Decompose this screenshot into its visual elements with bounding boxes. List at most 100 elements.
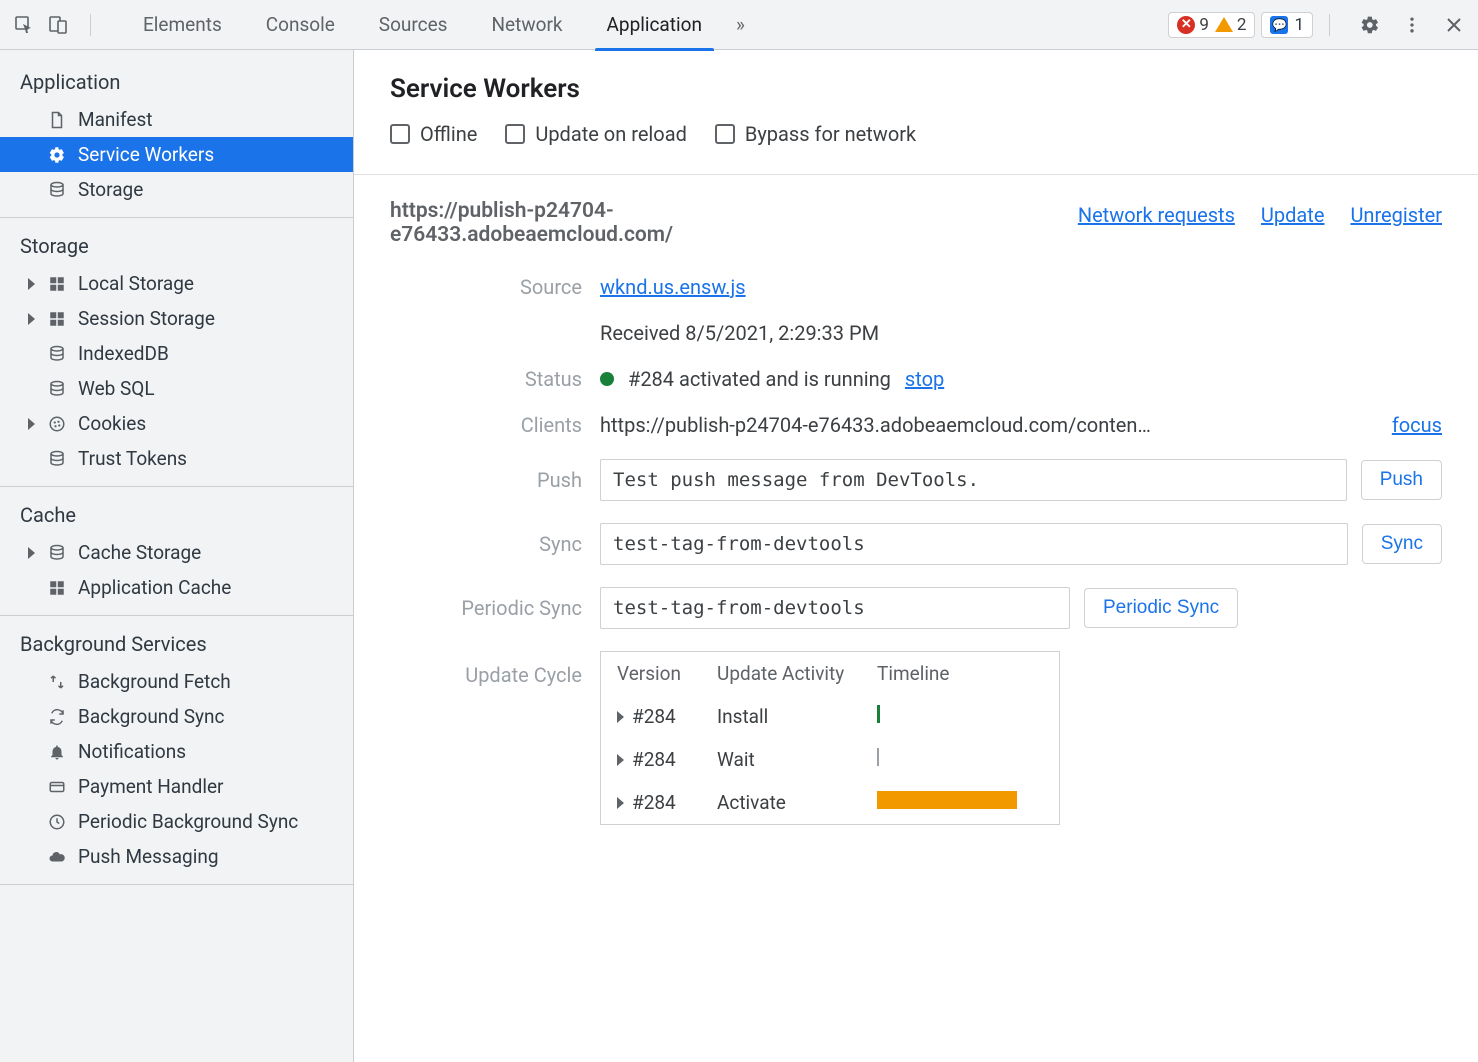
sidebar-item-service-workers[interactable]: Service Workers bbox=[0, 137, 353, 172]
sidebar-item-label: Periodic Background Sync bbox=[78, 810, 298, 833]
sidebar-item-label: Application Cache bbox=[78, 576, 231, 599]
sidebar-item-cookies[interactable]: Cookies bbox=[0, 406, 353, 441]
sync-input[interactable] bbox=[600, 523, 1348, 565]
tab-overflow[interactable]: » bbox=[724, 0, 757, 50]
close-icon[interactable] bbox=[1442, 13, 1466, 37]
message-count: 1 bbox=[1294, 15, 1304, 35]
col-version: Version bbox=[617, 662, 717, 685]
sidebar-item-application-cache[interactable]: Application Cache bbox=[0, 570, 353, 605]
tab-console[interactable]: Console bbox=[244, 0, 357, 50]
issues-badge[interactable]: ✕9 2 bbox=[1168, 12, 1255, 38]
db-icon bbox=[46, 542, 68, 564]
more-icon[interactable] bbox=[1400, 13, 1424, 37]
sidebar-item-notifications[interactable]: Notifications bbox=[0, 734, 353, 769]
bell-icon bbox=[46, 741, 68, 763]
sidebar-item-cache-storage[interactable]: Cache Storage bbox=[0, 535, 353, 570]
db-icon bbox=[46, 378, 68, 400]
sidebar-item-label: Web SQL bbox=[78, 377, 155, 400]
update-cycle-label: Update Cycle bbox=[390, 651, 582, 687]
sidebar-item-storage[interactable]: Storage bbox=[0, 172, 353, 207]
sync-button[interactable]: Sync bbox=[1362, 524, 1442, 564]
col-activity: Update Activity bbox=[717, 662, 877, 685]
sidebar-item-background-sync[interactable]: Background Sync bbox=[0, 699, 353, 734]
panel-tabs: Elements Console Sources Network Applica… bbox=[121, 0, 1168, 50]
source-file-link[interactable]: wknd.us.ensw.js bbox=[600, 275, 746, 299]
network-requests-link[interactable]: Network requests bbox=[1078, 203, 1235, 227]
source-label: Source bbox=[390, 275, 582, 299]
cloud-icon bbox=[46, 846, 68, 868]
received-text: Received 8/5/2021, 2:29:33 PM bbox=[600, 321, 879, 345]
sidebar-heading: Storage bbox=[0, 224, 353, 266]
sidebar-item-background-fetch[interactable]: Background Fetch bbox=[0, 664, 353, 699]
device-icon[interactable] bbox=[46, 13, 70, 37]
clients-label: Clients bbox=[390, 413, 582, 437]
cycle-row[interactable]: #284Install bbox=[601, 695, 1059, 738]
sidebar-item-push-messaging[interactable]: Push Messaging bbox=[0, 839, 353, 874]
timeline-bar bbox=[877, 748, 879, 766]
cookie-icon bbox=[46, 413, 68, 435]
fetch-icon bbox=[46, 671, 68, 693]
toolbar-divider bbox=[1329, 14, 1330, 36]
sw-origin: https://publish-p24704-e76433.adobeaemcl… bbox=[390, 199, 870, 247]
sidebar-heading: Application bbox=[0, 60, 353, 102]
status-text: #284 activated and is running bbox=[628, 367, 891, 391]
sidebar-item-label: Trust Tokens bbox=[78, 447, 187, 470]
inspect-icon[interactable] bbox=[12, 13, 36, 37]
sidebar-item-label: Push Messaging bbox=[78, 845, 219, 868]
sw-options: Offline Update on reload Bypass for netw… bbox=[390, 122, 1442, 146]
tab-application[interactable]: Application bbox=[585, 0, 724, 50]
sidebar-item-label: Background Fetch bbox=[78, 670, 231, 693]
sidebar-heading: Background Services bbox=[0, 622, 353, 664]
sidebar-item-indexeddb[interactable]: IndexedDB bbox=[0, 336, 353, 371]
grid-icon bbox=[46, 577, 68, 599]
sync-label: Sync bbox=[390, 532, 582, 556]
push-label: Push bbox=[390, 468, 582, 492]
messages-badge[interactable]: 💬 1 bbox=[1261, 12, 1313, 38]
client-url: https://publish-p24704-e76433.adobeaemcl… bbox=[600, 413, 1151, 437]
sidebar-item-local-storage[interactable]: Local Storage bbox=[0, 266, 353, 301]
sidebar-item-label: Session Storage bbox=[78, 307, 215, 330]
periodic-sync-button[interactable]: Periodic Sync bbox=[1084, 588, 1238, 628]
bypass-network-checkbox[interactable]: Bypass for network bbox=[715, 122, 916, 146]
sidebar-item-payment-handler[interactable]: Payment Handler bbox=[0, 769, 353, 804]
focus-link[interactable]: focus bbox=[1392, 413, 1442, 437]
periodic-sync-input[interactable] bbox=[600, 587, 1070, 629]
unregister-link[interactable]: Unregister bbox=[1350, 203, 1442, 227]
col-timeline: Timeline bbox=[877, 662, 1043, 685]
sidebar-item-web-sql[interactable]: Web SQL bbox=[0, 371, 353, 406]
file-icon bbox=[46, 109, 68, 131]
toolbar-divider bbox=[90, 14, 91, 36]
sidebar-item-label: Payment Handler bbox=[78, 775, 223, 798]
sidebar-item-label: Cookies bbox=[78, 412, 146, 435]
timeline-bar bbox=[877, 791, 1017, 809]
page-title: Service Workers bbox=[390, 74, 1442, 104]
update-cycle-table: Version Update Activity Timeline #284Ins… bbox=[600, 651, 1060, 825]
sidebar-item-label: Storage bbox=[78, 178, 143, 201]
sidebar-item-session-storage[interactable]: Session Storage bbox=[0, 301, 353, 336]
sidebar-item-label: Manifest bbox=[78, 108, 153, 131]
db-icon bbox=[46, 448, 68, 470]
tab-sources[interactable]: Sources bbox=[357, 0, 470, 50]
gear-icon bbox=[46, 144, 68, 166]
push-button[interactable]: Push bbox=[1361, 460, 1442, 500]
update-on-reload-checkbox[interactable]: Update on reload bbox=[505, 122, 687, 146]
clock-icon bbox=[46, 811, 68, 833]
stop-link[interactable]: stop bbox=[905, 367, 944, 391]
sidebar-item-trust-tokens[interactable]: Trust Tokens bbox=[0, 441, 353, 476]
offline-checkbox[interactable]: Offline bbox=[390, 122, 477, 146]
cycle-row[interactable]: #284Wait bbox=[601, 738, 1059, 781]
sync-icon bbox=[46, 706, 68, 728]
db-icon bbox=[46, 179, 68, 201]
sidebar-item-label: Service Workers bbox=[78, 143, 214, 166]
grid-icon bbox=[46, 273, 68, 295]
error-count: 9 bbox=[1199, 15, 1209, 35]
tab-elements[interactable]: Elements bbox=[121, 0, 244, 50]
error-icon: ✕ bbox=[1177, 16, 1195, 34]
sidebar-item-manifest[interactable]: Manifest bbox=[0, 102, 353, 137]
sidebar-item-periodic-background-sync[interactable]: Periodic Background Sync bbox=[0, 804, 353, 839]
push-input[interactable] bbox=[600, 459, 1347, 501]
cycle-row[interactable]: #284Activate bbox=[601, 781, 1059, 824]
update-link[interactable]: Update bbox=[1261, 203, 1325, 227]
settings-icon[interactable] bbox=[1358, 13, 1382, 37]
tab-network[interactable]: Network bbox=[469, 0, 584, 50]
